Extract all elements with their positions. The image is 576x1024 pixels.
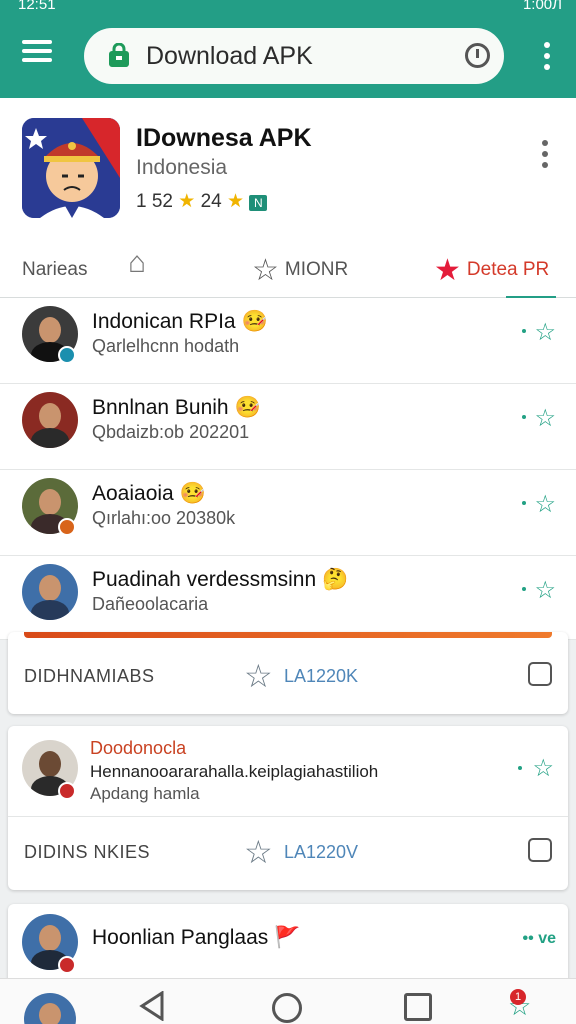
notification-badge: 1 [510, 989, 526, 1005]
card-label: DIDHNAMIABS [24, 666, 155, 686]
list-item-name: Hoonlian Panglaas 🚩 [92, 926, 301, 949]
app-developer: Indonesia [136, 156, 228, 179]
star-icon: ★ [178, 191, 196, 212]
list-item-name: Indonican RPIa 🤒 [92, 310, 268, 333]
app-list: Indonican RPIa 🤒 Qarlelhcnn hodath ☆ Bnn… [0, 298, 576, 640]
card-footer: DIDINS NKIES ☆ LA1220V [8, 818, 568, 890]
overflow-menu-icon[interactable] [544, 42, 552, 75]
review-text: Hennanooararahalla.keiplagiahastilioh [90, 762, 379, 781]
tab-detea-pr[interactable]: ★ Detea PR [434, 242, 549, 298]
favorite-star-icon[interactable]: ☆ [532, 754, 554, 783]
star-outline-icon[interactable]: ☆ [244, 833, 273, 871]
list-item[interactable]: Aoaiaoia 🤒 Qırlahı:oo 20380k ☆ [0, 470, 576, 556]
status-time: 12:51 [18, 0, 56, 13]
app-meta: 1 52 ★ 24 ★ N [136, 190, 268, 213]
card-label: DIDINS NKIES [24, 842, 151, 862]
star-outline-icon[interactable]: ☆ [244, 657, 273, 695]
card-footer: DIDHNAMIABS ☆ LA1220K [8, 642, 568, 714]
app-bar: 12:51 1:00Л Download APK [0, 0, 576, 98]
tab-label: MIONR [284, 259, 349, 280]
star-filled-icon: ★ [434, 253, 461, 287]
star-outline-icon: ☆ [252, 253, 279, 287]
favorite-star-icon[interactable]: ☆ [534, 576, 556, 605]
review-sub: Apdang hamla [90, 784, 200, 803]
tab-bar: Narieas ⌂ ☆ MIONR ★ Detea PR [0, 242, 576, 298]
list-item-sub: Qırlahı:oo 20380k [92, 508, 236, 528]
star-icon: ★ [227, 191, 245, 212]
card-stat: LA1220V [284, 842, 359, 862]
dot-icon [518, 766, 522, 770]
home-outline-icon[interactable]: ⌂ [128, 246, 146, 280]
tab-narieas[interactable]: Narieas [22, 242, 87, 298]
list-item-sub: Qbdaizb:ob 202201 [92, 422, 250, 442]
favorite-star-icon[interactable]: ☆ [534, 490, 556, 519]
favorite-star-icon[interactable]: ☆ [534, 404, 556, 433]
list-item[interactable]: Puadinah verdessmsinn 🤔 Dañeoolacaria ☆ [0, 556, 576, 640]
app-name: IDownesa APK [136, 124, 312, 152]
status-indicators: 1:00Л [522, 0, 562, 13]
progress-strip [24, 632, 552, 638]
card-stat: LA1220K [284, 666, 359, 686]
home-icon[interactable] [272, 993, 302, 1023]
list-item-name: Puadinah verdessmsinn 🤔 [92, 568, 349, 591]
favorites-icon[interactable]: ☆ 1 [508, 989, 531, 1022]
tab-label: Narieas [22, 259, 88, 280]
status-bar: 12:51 1:00Л [0, 0, 576, 18]
avatar-badge [58, 782, 76, 800]
info-icon[interactable] [465, 43, 490, 68]
app-overflow-icon[interactable] [542, 140, 550, 173]
app-icon[interactable] [22, 118, 120, 218]
save-action[interactable]: •• ve [523, 930, 556, 948]
review-title: Doodonocla [90, 738, 187, 758]
app-header: IDownesa APK Indonesia 1 52 ★ 24 ★ N Nar… [0, 98, 576, 298]
dot-icon [522, 415, 526, 419]
avatar [22, 392, 78, 448]
home-outline-icon[interactable] [528, 838, 552, 862]
search-title: Download APK [146, 42, 313, 70]
home-outline-icon[interactable] [528, 662, 552, 686]
avatar [22, 564, 78, 620]
avatar-badge [58, 518, 76, 536]
avatar-badge [58, 346, 76, 364]
bottom-nav: ☆ 1 [0, 978, 576, 1024]
profile-avatar[interactable] [24, 993, 76, 1024]
avatar-badge [58, 956, 76, 974]
app-reviews: 24 [200, 191, 222, 212]
dot-icon [522, 501, 526, 505]
recents-icon[interactable] [404, 993, 432, 1021]
list-item[interactable]: Indonican RPIa 🤒 Qarlelhcnn hodath ☆ [0, 298, 576, 384]
list-item-name: Bnnlnan Bunih 🤒 [92, 396, 261, 419]
list-card[interactable]: Hoonlian Panglaas 🚩 •• ve [8, 904, 568, 984]
list-item-sub: Qarlelhcnn hodath [92, 336, 240, 356]
shopping-bag-icon [109, 43, 129, 67]
dot-icon [522, 587, 526, 591]
search-bar[interactable]: Download APK [84, 28, 504, 84]
list-item[interactable]: Bnnlnan Bunih 🤒 Qbdaizb:ob 202201 ☆ [0, 384, 576, 470]
hamburger-menu-icon[interactable] [22, 40, 52, 70]
dot-icon [522, 329, 526, 333]
app-badge: N [249, 195, 268, 211]
back-icon[interactable] [138, 991, 166, 1021]
tab-mionr[interactable]: ☆ MIONR [252, 242, 348, 298]
list-item-sub: Dañeoolacaria [92, 594, 209, 614]
stats-card: DIDHNAMIABS ☆ LA1220K [8, 632, 568, 714]
divider [8, 816, 568, 817]
review-card: Doodonocla Hennanooararahalla.keiplagiah… [8, 726, 568, 890]
app-rating: 1 52 [136, 191, 173, 212]
tab-label: Detea PR [466, 259, 550, 280]
list-item-name: Aoaiaoia 🤒 [92, 482, 206, 505]
favorite-star-icon[interactable]: ☆ [534, 318, 556, 347]
